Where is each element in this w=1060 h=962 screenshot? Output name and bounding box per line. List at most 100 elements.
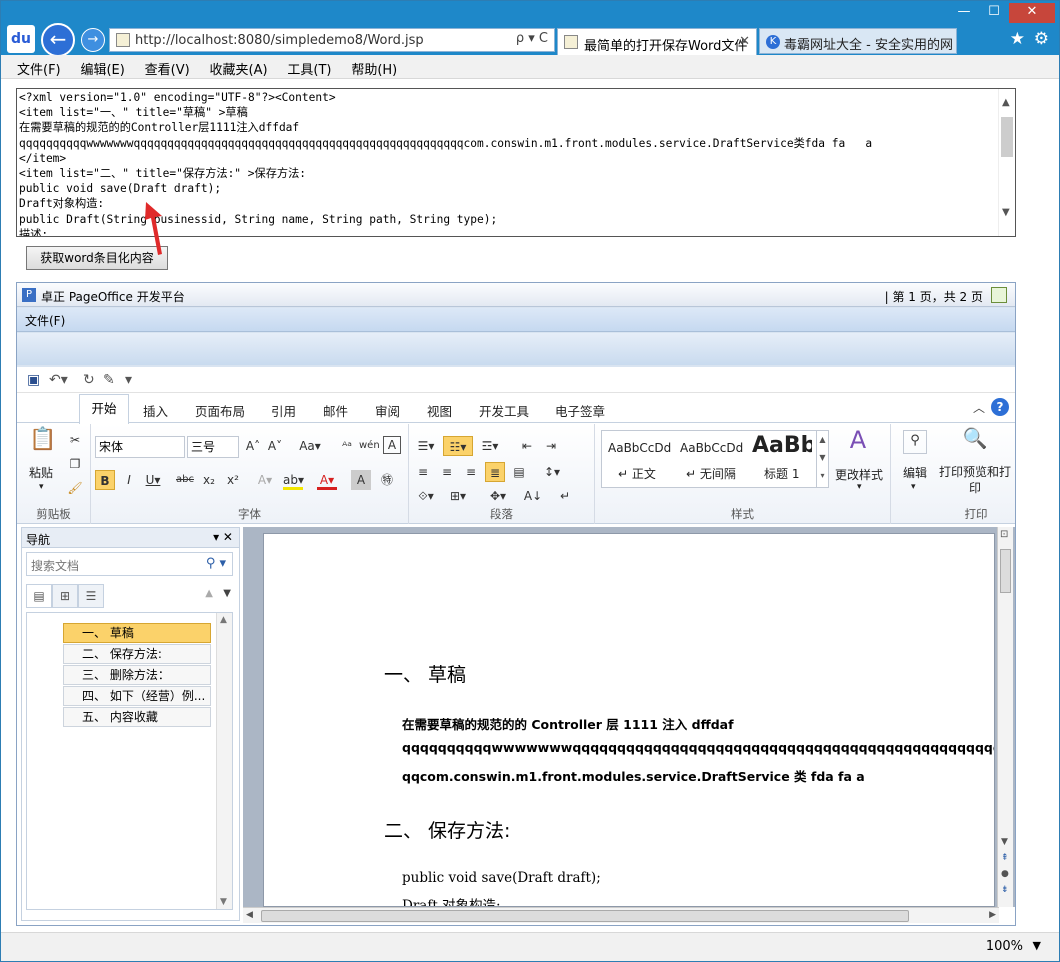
menu-view[interactable]: 查看(V)	[145, 59, 190, 78]
undo-icon[interactable]: ↶▾	[49, 372, 68, 388]
results-view-icon[interactable]: ☰	[78, 584, 104, 608]
menu-favorites[interactable]: 收藏夹(A)	[210, 59, 268, 78]
search-icon[interactable]: ⚲ ▾	[206, 556, 226, 571]
show-marks-icon[interactable]: ↵	[555, 486, 575, 506]
ruler-toggle-icon[interactable]: ⊡	[1000, 529, 1008, 540]
menu-file[interactable]: 文件(F)	[17, 59, 61, 78]
italic-icon[interactable]: I	[119, 470, 139, 490]
favorites-star-icon[interactable]: ★	[1010, 29, 1025, 49]
print-preview-button[interactable]: 打印预览和打印	[939, 464, 1011, 496]
scroll-up-icon[interactable]: ▲	[1002, 97, 1010, 108]
enclosed-character-icon[interactable]: ㊕	[377, 470, 397, 490]
document-page[interactable]: 一、 草稿 在需要草稿的规范的的 Controller 层 1111 注入 df…	[263, 533, 995, 907]
browser-tab-inactive[interactable]: K 毒霸网址大全 - 安全实用的网...	[759, 28, 957, 54]
binoculars-icon[interactable]: ⚲	[903, 430, 927, 454]
doc-paragraph[interactable]: 在需要草稿的规范的的 Controller 层 1111 注入 dffdaf	[402, 714, 734, 733]
bullets-icon[interactable]: ☰▾	[413, 436, 439, 456]
align-right-icon[interactable]: ≡	[461, 462, 481, 482]
style-preview-normal[interactable]: AaBbCcDd	[608, 441, 671, 455]
phonetic-guide-icon[interactable]: wén	[359, 436, 380, 456]
align-left-icon[interactable]: ≡	[413, 462, 433, 482]
bold-icon[interactable]: B	[95, 470, 115, 490]
font-name-select[interactable]: 宋体	[95, 436, 185, 458]
doc-code-line[interactable]: Draft 对象构造:	[402, 894, 501, 906]
paste-button[interactable]: 粘贴	[29, 464, 53, 481]
tab-references[interactable]: 引用	[271, 401, 296, 420]
borders-icon[interactable]: ⊞▾	[445, 486, 471, 506]
zoom-dropdown-icon[interactable]: ▼	[1033, 939, 1041, 952]
scroll-left-icon[interactable]: ◀	[246, 910, 253, 920]
document-horizontal-scrollbar[interactable]: ◀ ▶	[243, 907, 999, 923]
navigation-scrollbar[interactable]: ▲ ▼	[216, 613, 232, 909]
numbering-icon[interactable]: ☷▾	[443, 436, 473, 456]
style-name-normal[interactable]: ↵ 正文	[618, 465, 656, 482]
headings-view-icon[interactable]: ▤	[26, 584, 52, 608]
forward-button[interactable]: →	[81, 28, 105, 52]
save-icon[interactable]: ▣	[27, 372, 40, 388]
zoom-level[interactable]: 100%	[986, 939, 1023, 954]
sort-icon[interactable]: A↓	[523, 486, 543, 506]
doc-code-line[interactable]: public void save(Draft draft);	[402, 870, 601, 886]
heading-item[interactable]: 三、 删除方法：	[63, 665, 211, 685]
doc-paragraph[interactable]: qqcom.conswin.m1.front.modules.service.D…	[402, 766, 865, 785]
pages-view-icon[interactable]: ⊞	[52, 584, 78, 608]
clear-format-icon[interactable]: ᴬᵃ	[337, 436, 357, 456]
menu-tools[interactable]: 工具(T)	[287, 59, 331, 78]
address-url[interactable]: http://localhost:8080/simpledemo8/Word.j…	[135, 33, 424, 48]
scroll-thumb[interactable]	[261, 910, 909, 922]
scroll-down-icon[interactable]: ▼	[1001, 837, 1008, 847]
close-icon[interactable]: ▾ ✕	[213, 530, 233, 544]
scroll-thumb[interactable]	[1000, 549, 1011, 593]
help-icon[interactable]: ?	[991, 398, 1009, 416]
address-bar[interactable]: http://localhost:8080/simpledemo8/Word.j…	[109, 28, 555, 52]
shrink-font-icon[interactable]: A˅	[265, 436, 285, 456]
tab-page-layout[interactable]: 页面布局	[195, 401, 245, 420]
tab-developer[interactable]: 开发工具	[479, 401, 529, 420]
change-styles-icon[interactable]: A	[843, 428, 873, 458]
maximize-button[interactable]: ☐	[979, 3, 1009, 23]
underline-icon[interactable]: U▾	[143, 470, 163, 490]
character-shading-icon[interactable]: A	[351, 470, 371, 490]
style-name-heading1[interactable]: 标题 1	[764, 465, 799, 482]
tab-e-signature[interactable]: 电子签章	[555, 401, 605, 420]
copy-icon[interactable]: ❐	[65, 454, 85, 474]
fullscreen-icon[interactable]	[991, 287, 1007, 303]
paste-icon[interactable]: 📋	[29, 429, 57, 460]
tab-review[interactable]: 审阅	[375, 401, 400, 420]
next-page-icon[interactable]: ⇟	[1001, 885, 1009, 895]
multilevel-list-icon[interactable]: ☲▾	[477, 436, 503, 456]
search-input[interactable]: 搜索文档 ⚲ ▾	[26, 552, 233, 576]
justify-icon[interactable]: ≣	[485, 462, 505, 482]
align-center-icon[interactable]: ≡	[437, 462, 457, 482]
heading-item[interactable]: 一、 草稿	[63, 623, 211, 643]
cut-icon[interactable]: ✂	[65, 430, 85, 450]
tab-close-icon[interactable]: ✕	[739, 34, 750, 49]
format-painter-icon[interactable]: 🖌	[65, 478, 85, 498]
styles-scroll-icon[interactable]: ▲ ▼ ▾	[816, 431, 828, 487]
heading-1[interactable]: 一、 草稿	[384, 660, 466, 687]
previous-heading-icon[interactable]: ▲	[205, 588, 213, 599]
pageoffice-file-menu[interactable]: 文件(F)	[25, 312, 65, 329]
tab-home[interactable]: 开始	[79, 394, 129, 424]
scroll-down-icon[interactable]: ▼	[1002, 207, 1010, 218]
next-heading-icon[interactable]: ▼	[223, 588, 231, 599]
menu-edit[interactable]: 编辑(E)	[80, 59, 124, 78]
character-border-icon[interactable]: A	[383, 436, 401, 454]
highlight-icon[interactable]: ab▾	[283, 470, 304, 490]
browser-tab-active[interactable]: 最简单的打开保存Word文件 ✕	[557, 28, 757, 56]
strikethrough-icon[interactable]: abc	[175, 470, 195, 490]
style-name-no-spacing[interactable]: ↵ 无间隔	[686, 465, 736, 482]
textarea-scrollbar[interactable]: ▲ ▼	[998, 89, 1015, 236]
text-effects-icon[interactable]: A▾	[255, 470, 275, 490]
heading-item[interactable]: 五、 内容收藏	[63, 707, 211, 727]
redo-icon[interactable]: ↻	[83, 372, 95, 388]
doc-paragraph[interactable]: qqqqqqqqqqwwwwwwwqqqqqqqqqqqqqqqqqqqqqqq…	[402, 740, 994, 755]
superscript-icon[interactable]: x²	[223, 470, 243, 490]
tab-insert[interactable]: 插入	[143, 401, 168, 420]
minimize-button[interactable]: —	[949, 3, 979, 23]
change-case-icon[interactable]: Aa▾	[297, 436, 323, 456]
scroll-right-icon[interactable]: ▶	[989, 910, 996, 920]
edit-button[interactable]: 编辑	[903, 464, 927, 481]
previous-page-icon[interactable]: ⇞	[1001, 853, 1009, 863]
scroll-up-icon[interactable]: ▲	[220, 615, 227, 625]
